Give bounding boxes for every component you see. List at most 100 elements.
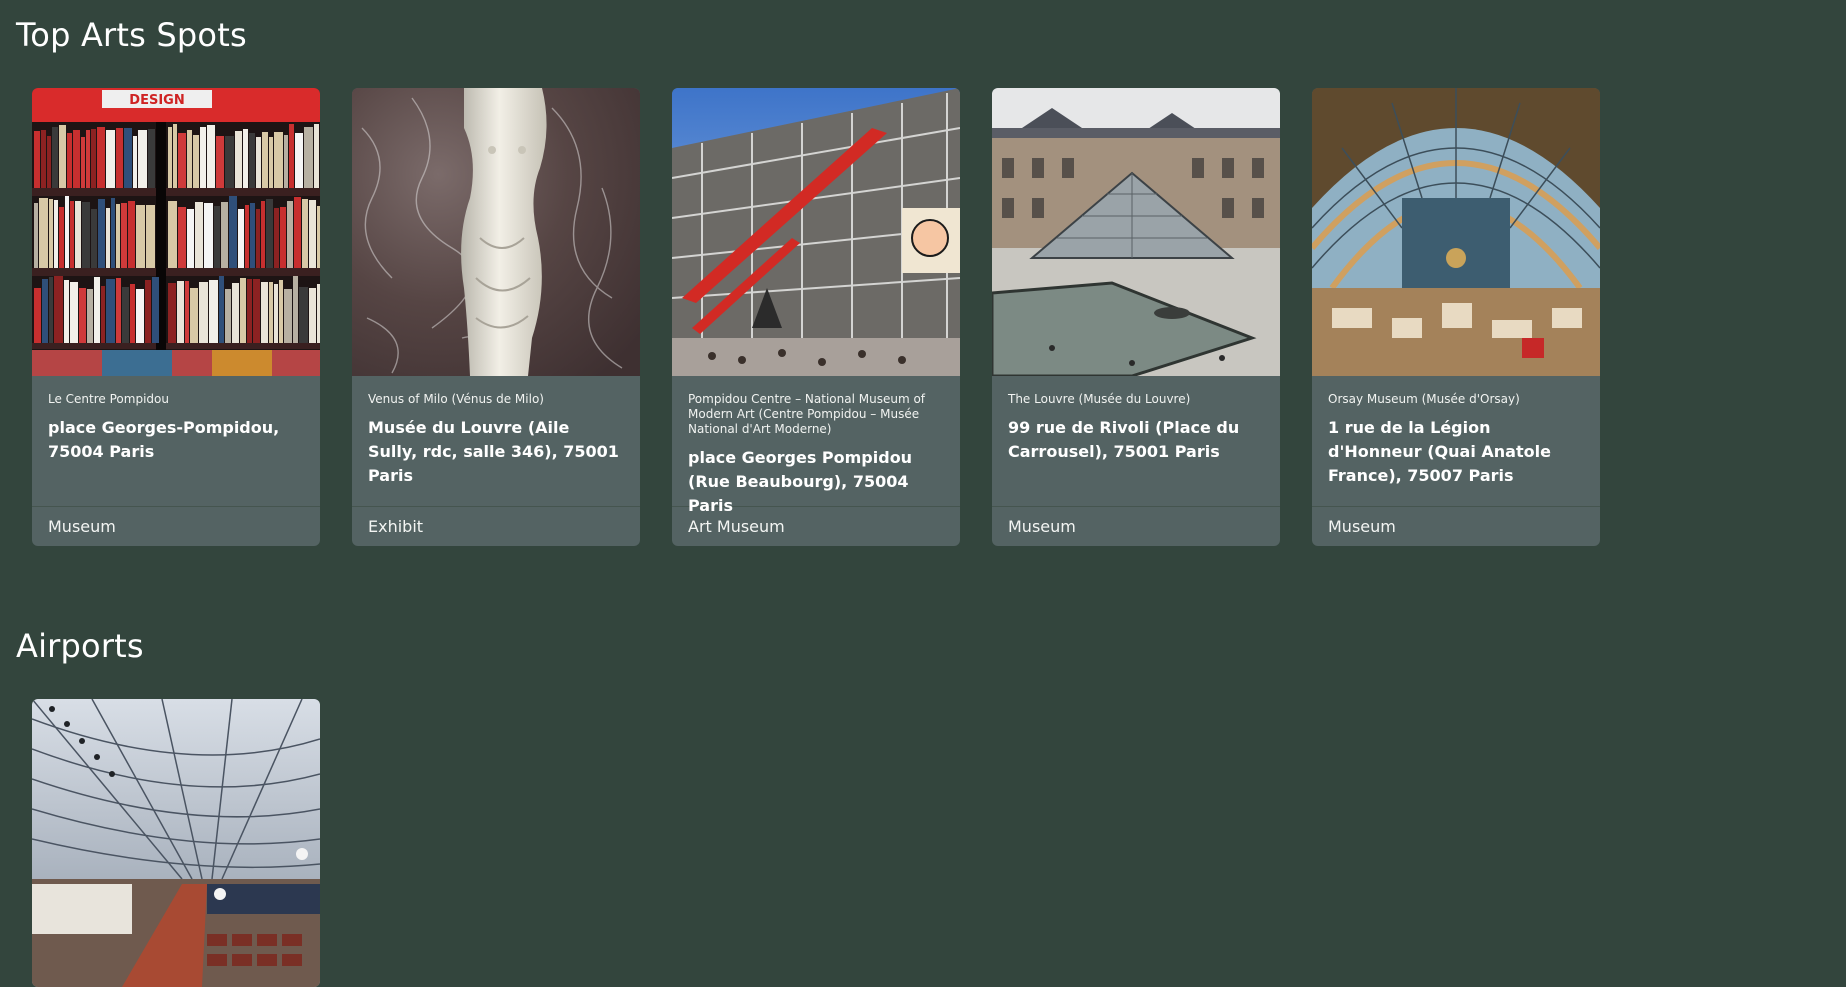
book-spine	[116, 204, 120, 268]
book-spine	[195, 202, 203, 268]
section-title: Top Arts Spots	[16, 16, 247, 54]
book-spine	[94, 277, 100, 343]
place-name: Orsay Museum (Musée d'Orsay)	[1328, 392, 1520, 406]
book-spine	[317, 284, 320, 343]
book-spine	[177, 281, 184, 343]
book-spine	[70, 282, 78, 343]
book-spine	[138, 130, 147, 188]
book-spine	[243, 129, 248, 188]
book-spine	[121, 203, 127, 268]
book-spine	[75, 201, 81, 268]
book-spine	[238, 209, 244, 268]
card-list: DESIGN Le Centre Pompidou place Georges-…	[32, 88, 1600, 546]
place-category: Art Museum	[688, 517, 785, 536]
place-name: Le Centre Pompidou	[48, 392, 169, 406]
book-spine	[79, 288, 86, 343]
book-spine	[136, 289, 144, 343]
book-spine	[209, 280, 218, 343]
place-card-pompidou-centre[interactable]: Pompidou Centre – National Museum of Mod…	[672, 88, 960, 546]
card-image: DESIGN	[32, 88, 320, 376]
place-card-the-louvre[interactable]: The Louvre (Musée du Louvre) 99 rue de R…	[992, 88, 1280, 546]
card-body: The Louvre (Musée du Louvre) 99 rue de R…	[992, 376, 1280, 507]
book-spine	[106, 208, 110, 268]
section-airports: Airports	[0, 611, 1846, 987]
book-spine	[225, 289, 231, 343]
card-image	[352, 88, 640, 376]
book-spine	[304, 127, 313, 188]
book-spine	[106, 279, 115, 343]
place-card-orsay-museum[interactable]: Orsay Museum (Musée d'Orsay) 1 rue de la…	[1312, 88, 1600, 546]
book-spine	[240, 278, 246, 343]
book-spine	[314, 124, 319, 188]
book-spine	[229, 196, 237, 268]
book-spine	[122, 287, 129, 343]
book-spine	[178, 207, 186, 268]
book-spine	[146, 205, 155, 268]
card-body: Pompidou Centre – National Museum of Mod…	[672, 376, 960, 515]
book-spine	[59, 207, 64, 268]
card-body: Orsay Museum (Musée d'Orsay) 1 rue de la…	[1312, 376, 1600, 507]
place-name: Venus of Milo (Vénus de Milo)	[368, 392, 544, 406]
book-spine	[136, 205, 145, 268]
book-spine	[168, 283, 176, 343]
book-spine	[214, 206, 220, 268]
book-spine	[41, 130, 46, 188]
book-spine	[261, 201, 265, 268]
book-spine	[101, 286, 105, 343]
book-spine	[299, 287, 308, 343]
book-spine	[279, 280, 283, 343]
book-spine	[49, 199, 53, 268]
section-top-arts-spots: Top Arts Spots DESIGN Le Centre Pompidou…	[0, 0, 1846, 600]
book-spine	[39, 198, 48, 268]
book-spine	[219, 276, 224, 343]
book-spine	[81, 137, 85, 188]
book-spine	[168, 201, 177, 268]
book-spine	[284, 135, 288, 188]
book-spine	[49, 277, 53, 343]
book-spine	[293, 276, 298, 343]
book-spine	[87, 289, 93, 343]
place-category: Museum	[1328, 517, 1396, 536]
book-spine	[47, 136, 51, 188]
book-spine	[274, 208, 279, 268]
book-spine	[284, 289, 292, 343]
place-category: Museum	[48, 517, 116, 536]
svg-text:DESIGN: DESIGN	[129, 93, 184, 108]
book-spine	[187, 209, 194, 268]
book-spine	[245, 205, 249, 268]
card-body: Venus of Milo (Vénus de Milo) Musée du L…	[352, 376, 640, 507]
book-spine	[42, 279, 48, 343]
book-spine	[289, 124, 294, 188]
book-spine	[152, 277, 159, 343]
book-spine	[54, 276, 63, 343]
book-spine	[317, 206, 320, 268]
book-spine	[200, 127, 206, 188]
book-spine	[309, 200, 316, 268]
book-spine	[256, 209, 260, 268]
book-spine	[269, 137, 273, 188]
book-spine	[280, 207, 286, 268]
book-spine	[199, 282, 208, 343]
place-category: Exhibit	[368, 517, 424, 536]
card-image	[672, 88, 960, 376]
place-card-airport[interactable]	[32, 699, 320, 987]
book-spine	[65, 196, 69, 268]
book-spine	[294, 197, 301, 268]
book-spine	[82, 202, 90, 268]
book-spine	[145, 280, 151, 343]
book-spine	[187, 130, 192, 188]
place-card-venus-of-milo[interactable]: Venus of Milo (Vénus de Milo) Musée du L…	[352, 88, 640, 546]
book-spine	[34, 288, 41, 343]
book-spine	[91, 209, 97, 268]
place-card-centre-pompidou[interactable]: DESIGN Le Centre Pompidou place Georges-…	[32, 88, 320, 546]
book-spine	[309, 288, 316, 343]
card-image	[32, 699, 320, 987]
book-spine	[262, 132, 268, 188]
book-spine	[269, 282, 273, 343]
book-spine	[91, 129, 96, 188]
book-spine	[116, 128, 123, 188]
book-spine	[185, 281, 189, 343]
section-title: Airports	[16, 627, 144, 665]
book-spine	[250, 203, 255, 268]
book-spine	[302, 199, 308, 268]
